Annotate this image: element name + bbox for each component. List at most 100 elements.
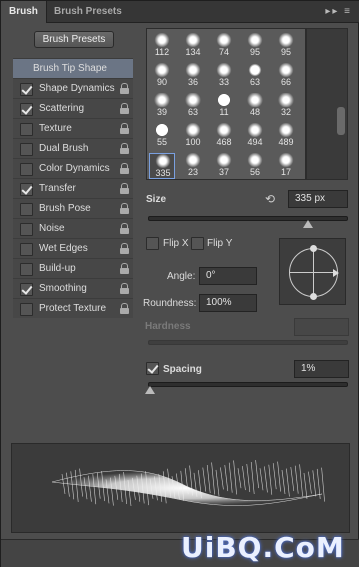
size-slider[interactable] [148, 216, 348, 221]
brush-tip-thumbnail [154, 33, 170, 47]
brush-tip-cell[interactable]: 66 [273, 63, 299, 89]
option-item[interactable]: Color Dynamics [13, 158, 133, 178]
brush-tip-cell[interactable]: 11 [211, 93, 237, 119]
brush-tip-cell[interactable]: 112 [149, 33, 175, 59]
brush-tip-thumbnail [154, 93, 170, 107]
brush-tip-shape-item[interactable]: Brush Tip Shape [13, 58, 133, 78]
option-item[interactable]: Wet Edges [13, 238, 133, 258]
lock-icon[interactable] [120, 123, 129, 134]
brush-presets-button[interactable]: Brush Presets [34, 31, 114, 48]
option-label: Noise [39, 223, 65, 234]
brush-tip-cell[interactable]: 56 [242, 153, 268, 179]
tab-brush-presets[interactable]: Brush Presets [46, 1, 130, 23]
dial-top-handle[interactable] [310, 245, 317, 252]
brush-tip-cell[interactable]: 95 [242, 33, 268, 59]
brush-tip-cell[interactable]: 335 [149, 153, 175, 179]
dial-arrow-icon [333, 269, 339, 277]
option-checkbox[interactable] [20, 163, 33, 176]
lock-icon[interactable] [120, 143, 129, 154]
brush-tip-cell[interactable]: 95 [273, 33, 299, 59]
lock-icon[interactable] [120, 263, 129, 274]
brush-tip-cell[interactable]: 37 [211, 153, 237, 179]
lock-icon[interactable] [120, 223, 129, 234]
brush-tip-cell[interactable]: 23 [180, 153, 206, 179]
option-checkbox[interactable] [20, 143, 33, 156]
lock-icon[interactable] [120, 203, 129, 214]
lock-icon[interactable] [120, 283, 129, 294]
tab-brush[interactable]: Brush [1, 1, 47, 23]
option-item[interactable]: Smoothing [13, 278, 133, 298]
scroll-thumb[interactable] [337, 107, 345, 135]
lock-icon[interactable] [120, 303, 129, 314]
stroke-bristle [215, 469, 220, 496]
flip-y-checkbox[interactable] [191, 237, 204, 250]
roundness-field[interactable]: 100% [199, 294, 257, 312]
brush-size-label: 39 [156, 107, 167, 117]
brush-size-label: 33 [218, 77, 229, 87]
angle-roundness-dial[interactable] [279, 238, 346, 305]
option-checkbox[interactable] [20, 203, 33, 216]
brush-tip-cell[interactable]: 494 [242, 123, 268, 149]
brush-tip-cell[interactable]: 74 [211, 33, 237, 59]
size-slider-thumb[interactable] [303, 220, 313, 228]
dial-bottom-handle[interactable] [310, 293, 317, 300]
angle-field[interactable]: 0° [199, 267, 257, 285]
option-item[interactable]: Shape Dynamics [13, 78, 133, 98]
spacing-slider[interactable] [148, 382, 348, 387]
size-field[interactable]: 335 px [288, 190, 348, 208]
brush-tip-cell[interactable]: 100 [180, 123, 206, 149]
brush-tip-cell[interactable]: 17 [273, 153, 299, 179]
brush-tip-cell[interactable]: 63 [180, 93, 206, 119]
option-checkbox[interactable] [20, 303, 33, 316]
option-item[interactable]: Noise [13, 218, 133, 238]
option-checkbox[interactable] [20, 263, 33, 276]
option-item[interactable]: Texture [13, 118, 133, 138]
brush-tip-cell[interactable]: 489 [273, 123, 299, 149]
brush-tip-cell[interactable]: 55 [149, 123, 175, 149]
option-item[interactable]: Build-up [13, 258, 133, 278]
option-checkbox[interactable] [20, 83, 33, 96]
spacing-field[interactable]: 1% [294, 360, 349, 378]
option-checkbox[interactable] [20, 223, 33, 236]
option-item[interactable]: Dual Brush [13, 138, 133, 158]
panel-menu-icon[interactable]: ▸▸ ≡ [325, 1, 352, 23]
brush-tip-grid[interactable]: 112 134 74 95 95 90 36 33 63 66 39 63 11 48 32 55 100 468… [146, 28, 306, 180]
brush-tip-cell[interactable]: 134 [180, 33, 206, 59]
lock-icon[interactable] [120, 183, 129, 194]
option-item[interactable]: Brush Pose [13, 198, 133, 218]
option-item[interactable]: Transfer [13, 178, 133, 198]
lock-icon[interactable] [120, 243, 129, 254]
option-item[interactable]: Protect Texture [13, 298, 133, 318]
flip-x-checkbox[interactable] [146, 237, 159, 250]
brush-tip-thumbnail [216, 63, 232, 77]
lock-icon[interactable] [120, 83, 129, 94]
brush-tip-cell[interactable]: 90 [149, 63, 175, 89]
spacing-slider-thumb[interactable] [145, 386, 155, 394]
brush-tip-thumbnail [185, 63, 201, 77]
option-label: Texture [39, 123, 72, 134]
reset-size-icon[interactable]: ⟲ [265, 192, 279, 206]
brush-tip-cell[interactable]: 468 [211, 123, 237, 149]
option-checkbox[interactable] [20, 183, 33, 196]
brush-tip-cell[interactable]: 32 [273, 93, 299, 119]
stroke-bristle [286, 468, 290, 497]
option-label: Transfer [39, 183, 76, 194]
option-checkbox[interactable] [20, 103, 33, 116]
lock-icon[interactable] [120, 163, 129, 174]
stroke-bristle [290, 467, 295, 492]
lock-icon[interactable] [120, 103, 129, 114]
option-checkbox[interactable] [20, 243, 33, 256]
brush-tip-cell[interactable]: 39 [149, 93, 175, 119]
brush-size-label: 95 [249, 47, 260, 57]
option-item[interactable]: Scattering [13, 98, 133, 118]
spacing-checkbox[interactable] [146, 362, 159, 375]
brush-tip-cell[interactable]: 48 [242, 93, 268, 119]
brush-tip-cell[interactable]: 63 [242, 63, 268, 89]
option-checkbox[interactable] [20, 283, 33, 296]
option-checkbox[interactable] [20, 123, 33, 136]
dial-axis-vertical [313, 249, 314, 296]
brush-tip-cell[interactable]: 36 [180, 63, 206, 89]
brush-tip-cell[interactable]: 33 [211, 63, 237, 89]
brush-size-label: 55 [156, 137, 167, 147]
brush-grid-scrollbar[interactable] [306, 28, 348, 180]
